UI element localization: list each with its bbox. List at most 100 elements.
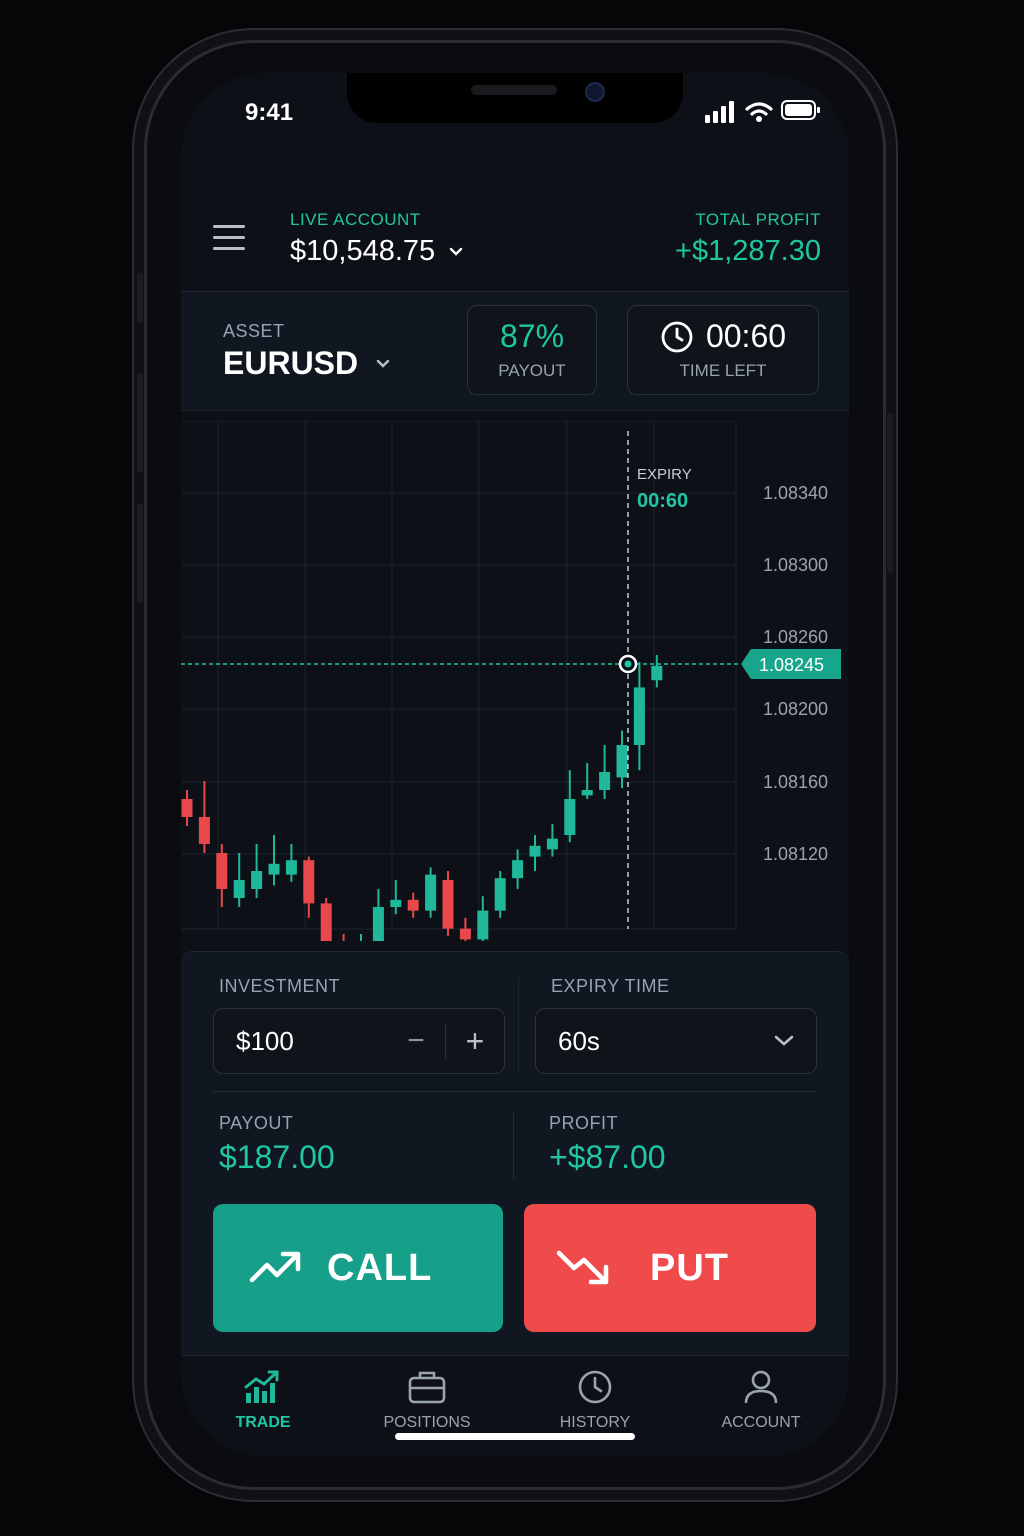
- signal-icon: [705, 101, 734, 123]
- price-tick-label: 1.08120: [763, 844, 828, 864]
- timer-card: 00:60 TIME LEFT: [627, 305, 819, 395]
- asset-value: EURUSD: [223, 345, 359, 381]
- candle-body: [233, 880, 245, 898]
- wifi-icon: [745, 102, 773, 122]
- decrease-button[interactable]: −: [387, 1024, 445, 1058]
- notch: [347, 73, 683, 123]
- divider: [213, 1091, 817, 1092]
- candle-body: [633, 687, 645, 745]
- asset-label: ASSET: [223, 321, 285, 341]
- candle-body: [216, 853, 228, 889]
- expiry-time-value: 60s: [558, 1025, 600, 1056]
- account-selector[interactable]: $10,548.75: [290, 235, 463, 268]
- increase-button[interactable]: +: [446, 1023, 504, 1060]
- clock-icon: [661, 321, 693, 352]
- hamburger-icon[interactable]: [213, 223, 247, 253]
- price-chart[interactable]: 1.08340 1.08300 1.08260 1.08200 1.08160 1.081…: [181, 421, 849, 941]
- candle-body: [407, 899, 419, 911]
- chevron-down-icon: [376, 359, 390, 368]
- balance-value: $10,548.75: [290, 235, 436, 267]
- candle-body: [564, 799, 576, 835]
- candle-body: [546, 838, 558, 850]
- candle-body: [285, 860, 297, 875]
- investment-field[interactable]: $100 − +: [213, 1008, 505, 1074]
- tab-positions[interactable]: POSITIONS: [371, 1369, 483, 1432]
- phone-frame: 9:41 LIVE ACCOUNT $10,548.75 TOTAL PROFI…: [137, 40, 893, 1490]
- power-button: [887, 413, 893, 573]
- payout-card: 87% PAYOUT: [467, 305, 597, 395]
- investment-value: $100: [236, 1025, 294, 1056]
- candle-body: [477, 910, 489, 940]
- payout-amount-value: $187.00: [219, 1139, 335, 1175]
- call-button[interactable]: CALL: [213, 1204, 503, 1332]
- candle-body: [320, 903, 332, 941]
- expiry-label: EXPIRY: [637, 466, 692, 483]
- tab-account[interactable]: ACCOUNT: [711, 1369, 811, 1432]
- chevron-down-icon: [774, 1035, 794, 1046]
- payout-amount-label: PAYOUT: [219, 1113, 294, 1133]
- divider: [518, 978, 519, 1072]
- expiry-time-label: EXPIRY TIME: [551, 976, 670, 996]
- trend-up-icon: [249, 1251, 301, 1283]
- tab-trade[interactable]: TRADE: [213, 1369, 313, 1432]
- payout-label: PAYOUT: [498, 361, 566, 380]
- tab-trade-label: TRADE: [235, 1414, 291, 1431]
- candle-body: [651, 665, 663, 681]
- clock-icon: [578, 1370, 612, 1404]
- price-tick-label: 1.08260: [763, 627, 828, 647]
- candle-body: [581, 790, 593, 796]
- mute-switch: [137, 273, 143, 323]
- candle-body: [442, 880, 454, 929]
- trend-down-icon: [556, 1250, 609, 1285]
- payout-percent: 87%: [499, 318, 565, 354]
- home-indicator[interactable]: [395, 1433, 635, 1440]
- candle-body: [459, 928, 471, 940]
- battery-icon: [781, 100, 820, 120]
- candle-body: [616, 745, 628, 778]
- put-label: PUT: [650, 1246, 729, 1289]
- speaker: [471, 85, 557, 95]
- status-time: 9:41: [245, 99, 294, 126]
- volume-up-button: [137, 373, 143, 473]
- candle-body: [181, 799, 193, 817]
- expiry-countdown: 00:60: [637, 490, 688, 512]
- volume-down-button: [137, 503, 143, 603]
- candle-body: [494, 878, 506, 911]
- tab-account-label: ACCOUNT: [721, 1414, 801, 1431]
- profit-value: +$87.00: [549, 1139, 666, 1175]
- expiry-time-select[interactable]: 60s: [535, 1008, 817, 1074]
- timer-label: TIME LEFT: [679, 361, 767, 380]
- total-profit-value: +$1,287.30: [675, 235, 821, 267]
- current-price-value: 1.08245: [759, 655, 824, 675]
- put-button[interactable]: PUT: [524, 1204, 816, 1332]
- candle-body: [529, 845, 541, 857]
- total-profit-label: TOTAL PROFIT: [695, 210, 821, 229]
- tab-positions-label: POSITIONS: [383, 1414, 471, 1431]
- timer-value: 00:60: [705, 318, 787, 354]
- chart-growth-icon: [244, 1370, 279, 1403]
- price-tick-label: 1.08200: [763, 699, 828, 719]
- chevron-down-icon: [449, 247, 463, 256]
- price-tick-label: 1.08340: [763, 483, 828, 503]
- profit-label: PROFIT: [549, 1113, 618, 1133]
- price-tick-label: 1.08300: [763, 555, 828, 575]
- account-label: LIVE ACCOUNT: [290, 210, 421, 229]
- candle-body: [372, 907, 384, 941]
- front-camera: [585, 82, 605, 102]
- asset-selector[interactable]: EURUSD: [223, 345, 390, 382]
- price-tick-label: 1.08160: [763, 772, 828, 792]
- call-label: CALL: [327, 1246, 433, 1289]
- candle-body: [198, 817, 210, 844]
- tab-history-label: HISTORY: [559, 1414, 631, 1431]
- user-icon: [744, 1370, 778, 1404]
- candle-body: [303, 860, 315, 904]
- divider: [513, 1113, 514, 1179]
- candle-body: [512, 860, 524, 879]
- candle-body: [268, 863, 280, 875]
- screen: 9:41 LIVE ACCOUNT $10,548.75 TOTAL PROFI…: [181, 73, 849, 1457]
- candle-body: [390, 899, 402, 907]
- investment-label: INVESTMENT: [219, 976, 341, 996]
- tab-history[interactable]: HISTORY: [545, 1369, 645, 1432]
- candle-body: [251, 871, 263, 889]
- candle-body: [599, 772, 611, 790]
